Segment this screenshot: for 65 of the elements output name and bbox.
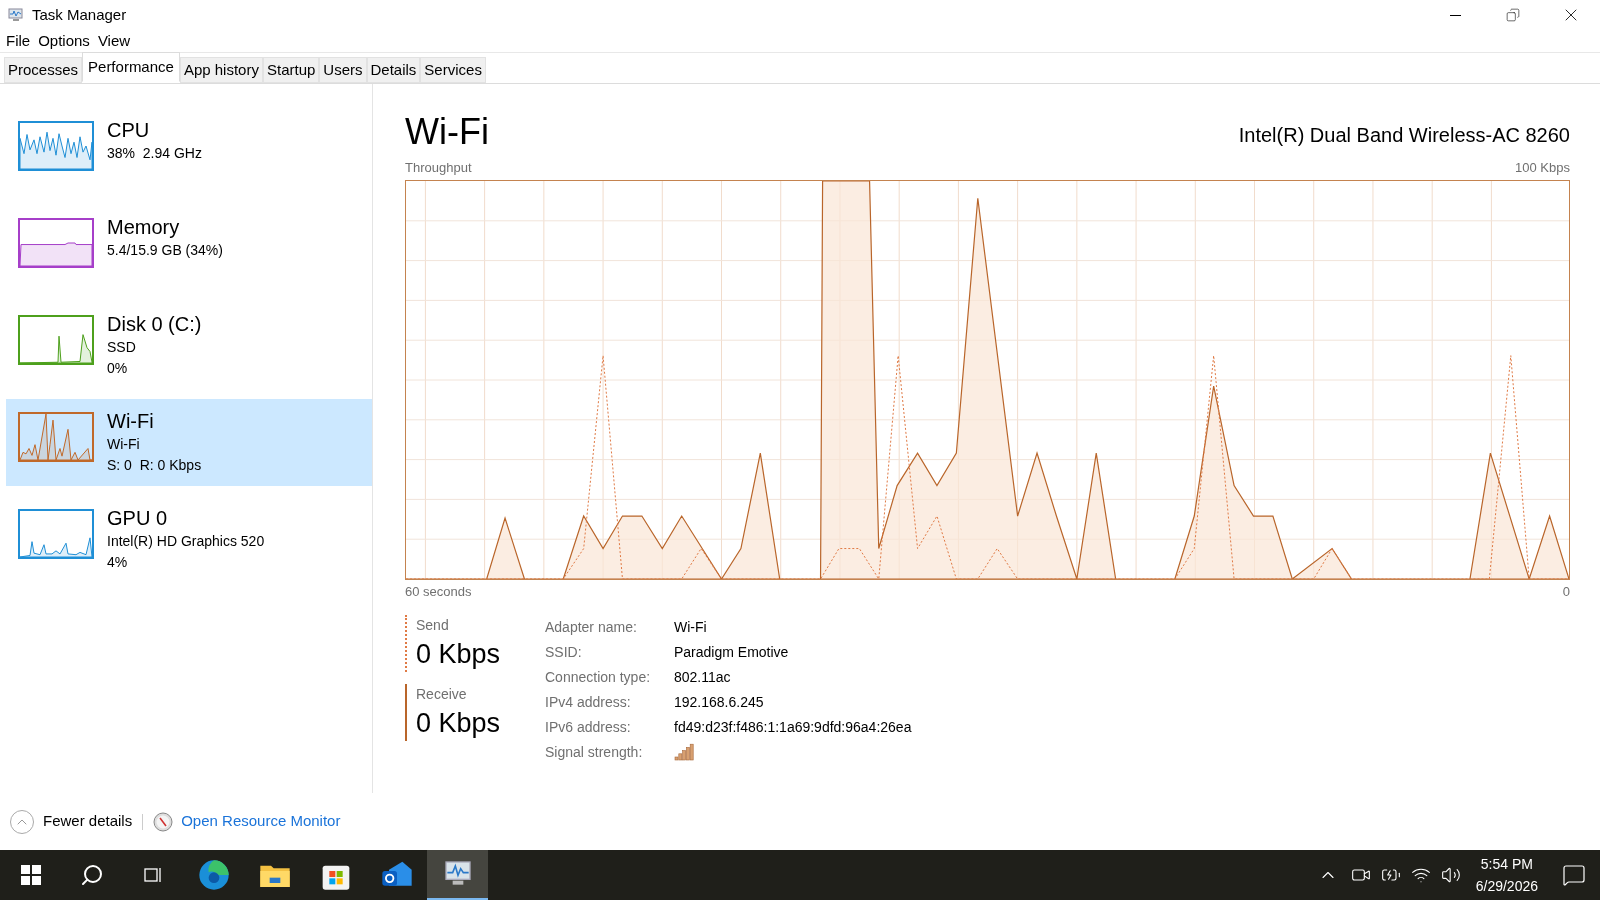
tab[interactable]: Users <box>319 57 367 83</box>
item-detail: Intel(R) HD Graphics 520 <box>107 532 265 551</box>
browser-icon <box>197 859 230 891</box>
detail-label: SSID: <box>545 643 583 662</box>
stat-label: Send <box>416 616 450 635</box>
detail-value: 192.168.6.245 <box>674 693 765 712</box>
fewer-details-button[interactable]: Fewer details <box>10 809 133 834</box>
adapter-name: Intel(R) Dual Band Wireless-AC 8260 <box>1238 123 1570 148</box>
item-detail: 4% <box>107 553 129 572</box>
axis-label: 60 seconds <box>405 582 472 601</box>
detail-label: IPv6 address: <box>545 718 632 737</box>
tab[interactable]: App history <box>179 57 263 83</box>
sidebar-item[interactable]: Disk 0 (C:) SSD 0% <box>6 302 372 389</box>
app-icon <box>8 7 24 23</box>
tab[interactable]: Services <box>420 57 486 83</box>
detail-label: IPv4 address: <box>545 693 632 712</box>
item-detail: Wi-Fi <box>107 435 141 454</box>
axis-label: 100 Kbps <box>1515 159 1570 177</box>
sidebar-item[interactable]: GPU 0 Intel(R) HD Graphics 520 4% <box>6 496 372 583</box>
windows-logo-icon <box>20 865 41 885</box>
menu-item[interactable]: File <box>2 29 35 53</box>
item-detail: 5.4/15.9 GB (34%) <box>107 241 223 260</box>
tab[interactable]: Startup <box>262 57 320 83</box>
minimize-icon <box>1449 14 1461 16</box>
axis-label: 0 <box>1562 582 1570 601</box>
page-title: Wi-Fi <box>405 110 489 154</box>
tab[interactable]: Details <box>366 57 421 83</box>
taskbar-button[interactable] <box>427 850 488 900</box>
detail-value: Wi-Fi <box>674 618 708 637</box>
item-title: GPU 0 <box>107 506 169 531</box>
resource-monitor-link[interactable]: Open Resource Monitor <box>181 810 341 833</box>
detail-label: Signal strength: <box>545 743 644 762</box>
tab[interactable]: Processes <box>4 57 83 83</box>
tab[interactable]: Performance <box>82 52 180 82</box>
search-icon <box>79 863 104 887</box>
detail-label: Connection type: <box>545 668 652 687</box>
detail-value: 802.11ac <box>674 668 732 687</box>
axis-label: Throughput <box>405 159 472 177</box>
sidebar-item[interactable]: CPU 38% 2.94 GHz <box>6 108 372 195</box>
task-view-icon <box>142 865 163 885</box>
item-title: CPU <box>107 118 151 143</box>
stat-value: 0 Kbps <box>416 638 502 671</box>
item-detail: SSD <box>107 338 137 357</box>
detail-value: fd49:d23f:f486:1:1a69:9dfd:96a4:26ea <box>674 718 912 737</box>
volume-icon[interactable] <box>1440 865 1461 885</box>
gauge-icon <box>153 811 174 832</box>
sidebar-item[interactable]: Memory 5.4/15.9 GB (34%) <box>6 205 372 292</box>
menu-item[interactable]: View <box>93 29 135 53</box>
stat-label: Receive <box>416 685 468 704</box>
restore-icon <box>1506 8 1520 22</box>
item-detail: 0% <box>107 359 129 378</box>
window-title: Task Manager <box>32 4 127 25</box>
item-detail: S: 0 R: 0 Kbps <box>107 456 202 475</box>
item-detail: 38% 2.94 GHz <box>107 144 202 163</box>
item-title: Memory <box>107 215 181 240</box>
clock[interactable]: 5:54 PM 6/29/2026 <box>1465 853 1548 897</box>
detail-label: Adapter name: <box>545 618 638 637</box>
stat-value: 0 Kbps <box>416 707 502 740</box>
item-title: Wi-Fi <box>107 409 155 434</box>
sidebar-item[interactable]: Wi-Fi Wi-Fi S: 0 R: 0 Kbps <box>6 399 372 486</box>
menu-item[interactable]: Options <box>34 29 94 53</box>
signal-strength-icon <box>674 742 694 763</box>
notifications-icon[interactable] <box>1562 863 1586 887</box>
item-title: Disk 0 (C:) <box>107 312 202 337</box>
detail-value: Paradigm Emotive <box>674 643 790 662</box>
